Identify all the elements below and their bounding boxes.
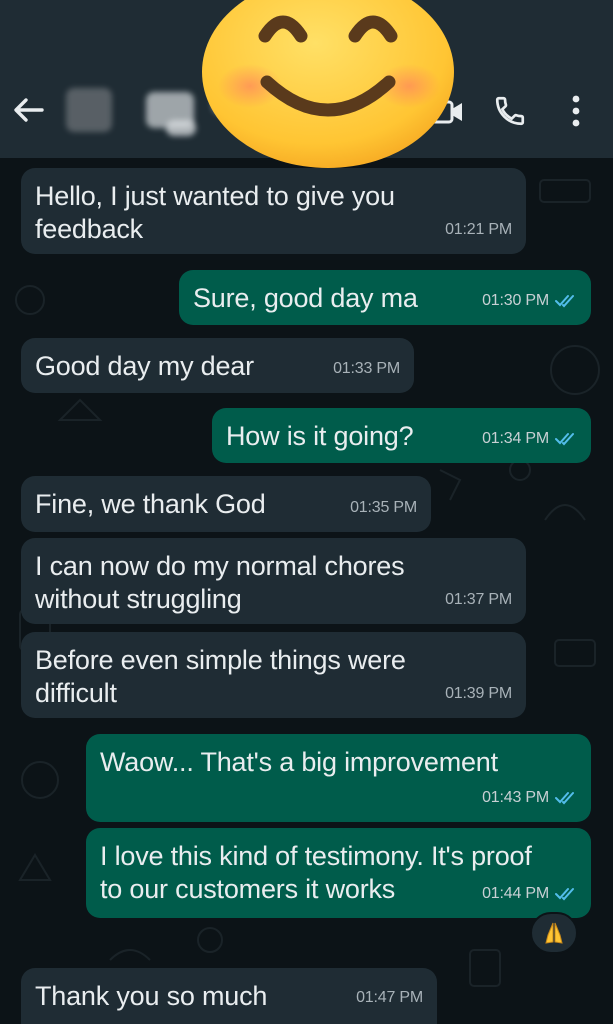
message-bubble-incoming[interactable]: I can now do my normal chores without st… bbox=[21, 538, 526, 624]
time-label: 01:34 PM bbox=[482, 430, 549, 447]
message-text: difficult bbox=[35, 678, 117, 708]
folded-hands-emoji bbox=[545, 922, 563, 944]
message-bubble-incoming[interactable]: Before even simple things were difficult… bbox=[21, 632, 526, 718]
time-label: 01:43 PM bbox=[482, 789, 549, 806]
time-label: 01:44 PM bbox=[482, 885, 549, 902]
message-time: 01:47 PM bbox=[356, 981, 423, 1014]
message-time: 01:30 PM bbox=[482, 284, 577, 317]
message-time: 01:39 PM bbox=[445, 677, 512, 710]
message-time: 01:37 PM bbox=[445, 583, 512, 616]
message-bubble-outgoing[interactable]: How is it going? 01:34 PM bbox=[212, 408, 591, 463]
message-text: without struggling bbox=[35, 584, 242, 614]
message-text: Before even simple things were bbox=[35, 645, 406, 675]
time-label: 01:21 PM bbox=[445, 221, 512, 238]
message-bubble-outgoing[interactable]: Sure, good day ma 01:30 PM bbox=[179, 270, 591, 325]
smiling-face-emoji bbox=[202, 0, 454, 168]
message-time: 01:35 PM bbox=[350, 491, 417, 524]
more-vertical-icon[interactable] bbox=[568, 94, 584, 128]
message-bubble-outgoing[interactable]: Waow... That's a big improvement 01:43 P… bbox=[86, 734, 591, 822]
time-label: 01:33 PM bbox=[333, 360, 400, 377]
message-text: Waow... That's a big improvement bbox=[100, 747, 498, 777]
message-bubble-incoming[interactable]: Thank you so much 01:47 PM bbox=[21, 968, 437, 1024]
message-text: I love this kind of testimony. It's proo… bbox=[100, 841, 532, 871]
double-check-icon bbox=[555, 887, 574, 900]
avatar[interactable] bbox=[66, 88, 112, 132]
double-check-icon bbox=[555, 294, 574, 307]
time-label: 01:35 PM bbox=[350, 499, 417, 516]
message-text: feedback bbox=[35, 214, 143, 244]
message-bubble-incoming[interactable]: Fine, we thank God 01:35 PM bbox=[21, 476, 431, 532]
time-label: 01:30 PM bbox=[482, 292, 549, 309]
message-bubble-outgoing[interactable]: I love this kind of testimony. It's proo… bbox=[86, 828, 591, 918]
phone-icon[interactable] bbox=[493, 94, 527, 128]
message-time: 01:43 PM bbox=[482, 781, 577, 814]
message-time: 01:33 PM bbox=[333, 352, 400, 385]
time-label: 01:47 PM bbox=[356, 989, 423, 1006]
time-label: 01:37 PM bbox=[445, 591, 512, 608]
double-check-icon bbox=[555, 791, 574, 804]
double-check-icon bbox=[555, 432, 574, 445]
message-bubble-incoming[interactable]: Hello, I just wanted to give you feedbac… bbox=[21, 168, 526, 254]
contact-name-extra bbox=[166, 120, 196, 136]
message-reaction[interactable] bbox=[530, 912, 578, 954]
message-text: Hello, I just wanted to give you bbox=[35, 181, 395, 211]
time-label: 01:39 PM bbox=[445, 685, 512, 702]
message-text: I can now do my normal chores bbox=[35, 551, 405, 581]
message-time: 01:44 PM bbox=[482, 877, 577, 910]
message-bubble-incoming[interactable]: Good day my dear 01:33 PM bbox=[21, 338, 414, 393]
message-time: 01:21 PM bbox=[445, 213, 512, 246]
message-time: 01:34 PM bbox=[482, 422, 577, 455]
arrow-left-icon[interactable] bbox=[10, 94, 46, 126]
